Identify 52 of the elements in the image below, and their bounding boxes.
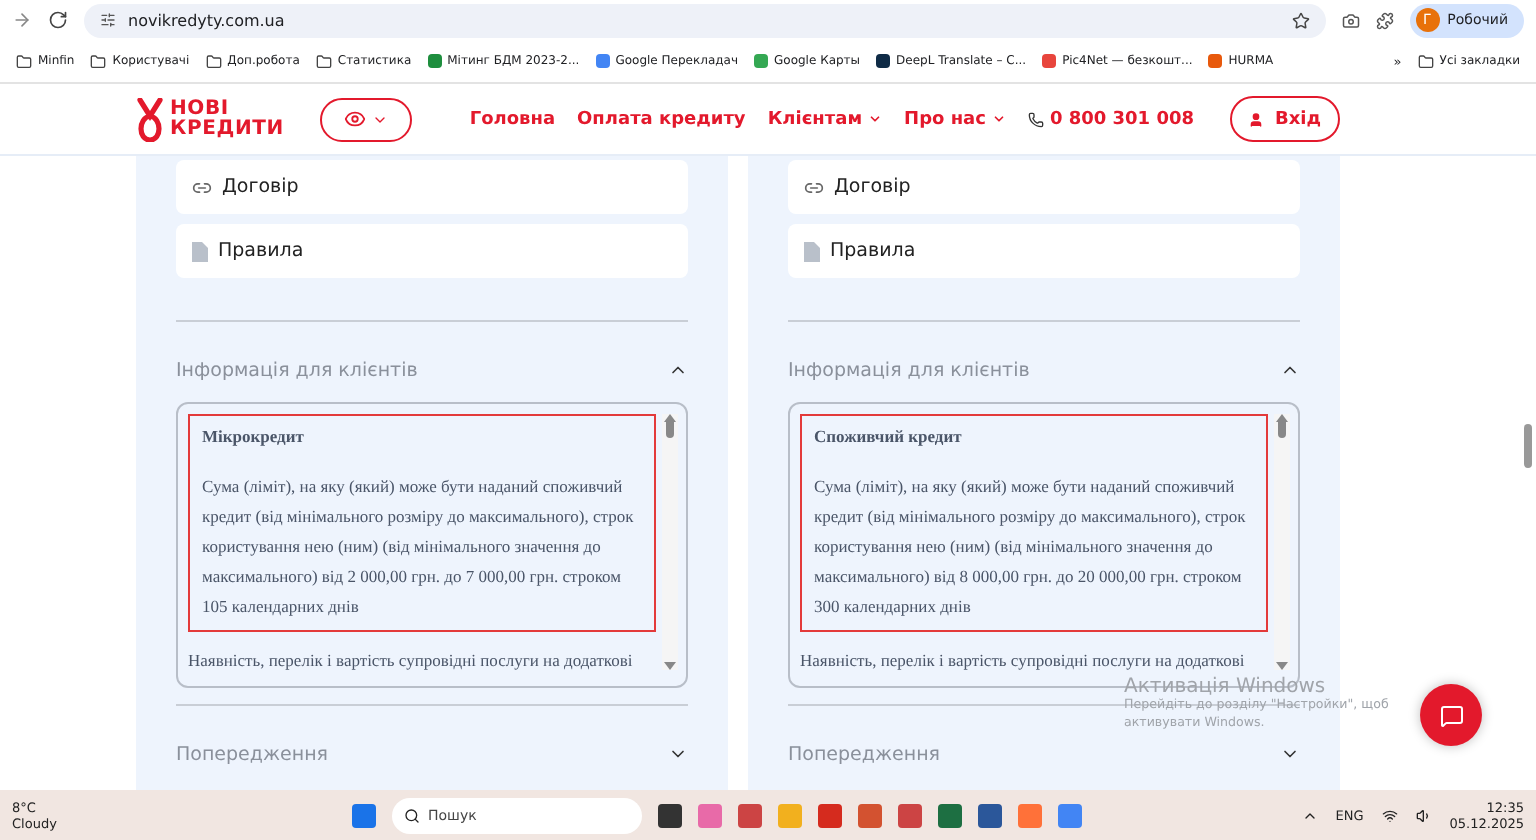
document-icon: [804, 241, 820, 261]
link-icon: [192, 177, 212, 197]
chat-icon: [1439, 703, 1463, 727]
bookmark-star-icon[interactable]: [1291, 11, 1310, 29]
folder-icon: [1417, 53, 1434, 69]
scrollbar[interactable]: [1274, 414, 1290, 670]
document-link[interactable]: Правила: [176, 224, 688, 278]
user-icon: [1248, 111, 1265, 127]
document-link[interactable]: Договір: [176, 160, 688, 214]
credit-description: Сума (ліміт), на яку (який) може бути наданий споживчий кредит (від мінімального розміру до максимального), строк користування нею (ним) (від мінімального значення до максимального) від 2 000,00 грн. до 7 000,00 грн. строком 105 календарних днів: [202, 474, 636, 620]
nav-link[interactable]: Клієнтам: [767, 109, 883, 129]
address-bar[interactable]: novikredyty.com.ua: [84, 3, 1326, 37]
eye-icon: [343, 108, 366, 130]
url-text: novikredyty.com.ua: [128, 11, 285, 29]
app-icon[interactable]: [938, 803, 962, 827]
folder-icon: [16, 53, 32, 69]
login-button[interactable]: Вхід: [1230, 96, 1340, 142]
caret-icon: [868, 112, 883, 126]
document-link[interactable]: Правила: [788, 224, 1300, 278]
reload-icon[interactable]: [48, 10, 68, 30]
phone-icon: [1027, 111, 1044, 127]
nav-link[interactable]: Про нас: [904, 109, 1006, 129]
app-icon[interactable]: [978, 803, 1002, 827]
forward-icon[interactable]: [12, 10, 32, 30]
search-icon: [404, 807, 420, 823]
start-icon[interactable]: [352, 803, 376, 827]
camera-icon[interactable]: [1341, 11, 1360, 29]
folder-icon: [205, 53, 222, 69]
wifi-icon[interactable]: [1381, 807, 1398, 823]
accessibility-button[interactable]: [319, 97, 412, 141]
services-text: Наявність, перелік і вартість супровідні послуги на додаткові: [800, 650, 1247, 670]
page-scrollbar[interactable]: [1524, 424, 1532, 468]
volume-icon[interactable]: [1415, 807, 1432, 823]
services-text: Наявність, перелік і вартість супровідні послуги на додаткові: [188, 650, 635, 670]
caret-icon: [991, 112, 1006, 126]
app-icon[interactable]: [658, 803, 682, 827]
credit-title: Споживчий кредит: [814, 426, 964, 446]
document-link[interactable]: Договір: [788, 160, 1300, 214]
site-settings-icon[interactable]: [100, 12, 116, 28]
extensions-icon[interactable]: [1375, 11, 1394, 29]
site-logo[interactable]: НОВІ КРЕДИТИ: [136, 97, 284, 141]
nav-link[interactable]: Головна: [469, 109, 556, 129]
document-icon: [192, 241, 208, 261]
chat-button[interactable]: [1420, 684, 1482, 746]
nav-link[interactable]: Оплата кредиту: [577, 109, 746, 129]
credit-title: Мікрокредит: [202, 426, 306, 446]
folder-icon: [90, 53, 107, 69]
phone-link[interactable]: 0 800 301 008: [1027, 109, 1194, 129]
link-icon: [804, 177, 824, 197]
credit-description: Сума (ліміт), на яку (який) може бути наданий споживчий кредит (від мінімального розміру до максимального), строк користування нею (ним) (від мінімального значення до максимального) від 8 000,00 грн. до 20 000,00 грн. строком 300 календарних днів: [814, 474, 1248, 620]
folder-icon: [315, 53, 332, 69]
scrollbar[interactable]: [662, 414, 678, 670]
